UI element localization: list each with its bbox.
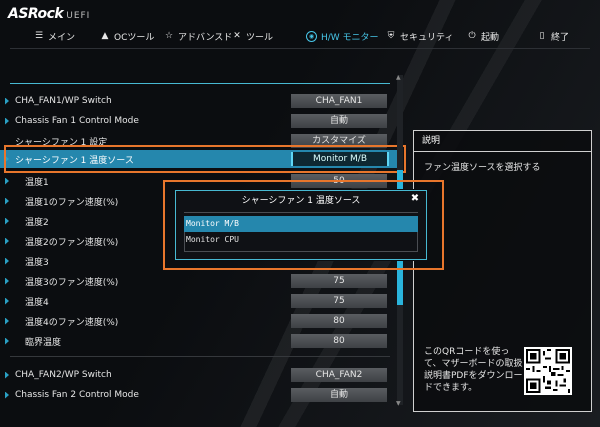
dialog-option[interactable]: Monitor CPU (184, 232, 418, 248)
tab-label: ツール (246, 32, 274, 43)
exit-icon: ▯ (539, 31, 545, 41)
tab-label: アドバンスド (178, 32, 233, 43)
setting-row[interactable]: 温度4 75 (0, 291, 400, 311)
qr-caption: このQRコードを使って、マザーボードの取扱説明書PDFをダウンロードできます。 (424, 347, 523, 393)
description-panel: 説明 ファン温度ソースを選択する このQRコードを使って、マザーボードの取扱説明… (413, 130, 592, 412)
qr-code-image (526, 349, 570, 393)
tab-5[interactable]: ◉ H/W モニター (306, 30, 379, 43)
setting-label: CHA_FAN2/WP Switch (15, 370, 112, 380)
setting-value[interactable]: CHA_FAN1 (291, 94, 387, 108)
row-marker-icon (5, 217, 9, 225)
tab-4[interactable]: ✕ ツール (232, 30, 273, 43)
setting-label: 温度1 (25, 177, 49, 188)
star-icon: ☆ (164, 31, 174, 41)
scroll-down-icon[interactable]: ▼ (396, 400, 401, 407)
setting-row[interactable]: CHA_FAN2/WP Switch CHA_FAN2 (0, 365, 400, 385)
row-marker-icon (5, 197, 9, 205)
monitor-icon: ◉ (306, 30, 317, 42)
row-marker-icon (5, 97, 9, 105)
tools-icon: ✕ (233, 31, 241, 41)
setting-label: Chassis Fan 1 Control Mode (15, 116, 139, 126)
menu-icon: ☰ (34, 31, 44, 41)
setting-label: 温度2のファン速度(%) (25, 237, 119, 248)
tab-label: 終了 (551, 32, 570, 43)
setting-value[interactable]: 自動 (291, 388, 387, 402)
setting-value[interactable]: 80 (291, 314, 387, 328)
setting-value[interactable]: 75 (291, 274, 387, 288)
selected-row-highlight (4, 145, 406, 173)
setting-label: 温度3 (25, 257, 49, 268)
setting-value[interactable]: CHA_FAN2 (291, 368, 387, 382)
row-marker-icon (5, 317, 9, 325)
setting-row[interactable]: Chassis Fan 2 Control Mode 自動 (0, 385, 400, 405)
setting-label: 温度4のファン速度(%) (25, 317, 119, 328)
setting-label: Chassis Fan 2 Control Mode (15, 390, 139, 400)
setting-row[interactable]: Chassis Fan 1 Control Mode 自動 (0, 111, 400, 131)
row-marker-icon (5, 177, 9, 185)
row-marker-icon (5, 391, 9, 399)
rocket-icon: ▲ (101, 31, 109, 41)
tab-6[interactable]: ⛨ セキュリティ (386, 30, 454, 43)
tab-label: OCツール (114, 32, 155, 43)
setting-label: 温度2 (25, 217, 49, 228)
settings-top-divider (10, 83, 390, 84)
row-marker-icon (5, 297, 9, 305)
options-list: Monitor M/B Monitor CPU (184, 216, 418, 248)
tab-2[interactable]: ▲ OCツール (100, 30, 155, 43)
setting-row[interactable]: 温度3のファン速度(%) 75 (0, 271, 400, 291)
tab-label: 起動 (481, 32, 500, 43)
setting-value[interactable]: 80 (291, 334, 387, 348)
tab-1[interactable]: ☰ メイン (34, 30, 75, 43)
setting-label: 温度1のファン速度(%) (25, 197, 119, 208)
tab-label: メイン (48, 32, 76, 43)
top-nav: ☰ メイン ▲ OCツール ☆ アドバンスド ✕ ツール ◉ H/W モニター ⛨ セキュリティ ⏻ 起動… (0, 26, 600, 46)
row-marker-icon (5, 257, 9, 265)
scroll-up-icon[interactable]: ▲ (396, 74, 401, 81)
close-icon[interactable]: ✖ (409, 193, 421, 205)
setting-value[interactable]: 75 (291, 294, 387, 308)
setting-row[interactable]: CHA_FAN1/WP Switch CHA_FAN1 (0, 91, 400, 111)
description-text: ファン温度ソースを選択する (424, 163, 541, 173)
setting-label: 温度3のファン速度(%) (25, 277, 119, 288)
tab-8[interactable]: ▯ 終了 (537, 30, 570, 43)
temperature-source-dialog: シャーシファン 1 温度ソース ✖ Monitor M/B Monitor CPU (175, 190, 427, 260)
row-marker-icon (5, 237, 9, 245)
row-marker-icon (5, 277, 9, 285)
description-title: 説明 (414, 131, 591, 152)
setting-label: 温度4 (25, 297, 49, 308)
row-marker-icon (5, 371, 9, 379)
setting-label: CHA_FAN1/WP Switch (15, 96, 112, 106)
power-icon: ⏻ (468, 31, 476, 41)
shield-icon: ⛨ (387, 31, 395, 41)
setting-label: 臨界温度 (25, 337, 62, 348)
nav-divider (10, 48, 590, 49)
setting-row[interactable]: 臨界温度 80 (0, 331, 400, 351)
dialog-title-divider (184, 212, 418, 213)
row-marker-icon (5, 337, 9, 345)
row-marker-icon (5, 117, 9, 125)
tab-label: H/W モニター (321, 32, 379, 43)
setting-value[interactable]: 自動 (291, 114, 387, 128)
qr-code (524, 347, 572, 395)
tab-7[interactable]: ⏻ 起動 (467, 30, 499, 43)
tab-label: セキュリティ (400, 32, 454, 43)
dialog-title: シャーシファン 1 温度ソース (241, 196, 361, 206)
setting-row[interactable]: 温度4のファン速度(%) 80 (0, 311, 400, 331)
tab-3[interactable]: ☆ アドバンスド (164, 30, 232, 43)
settings-group-divider (10, 356, 390, 357)
brand-logo: ASRock UEFI (8, 6, 91, 22)
dialog-option[interactable]: Monitor M/B (184, 216, 418, 232)
